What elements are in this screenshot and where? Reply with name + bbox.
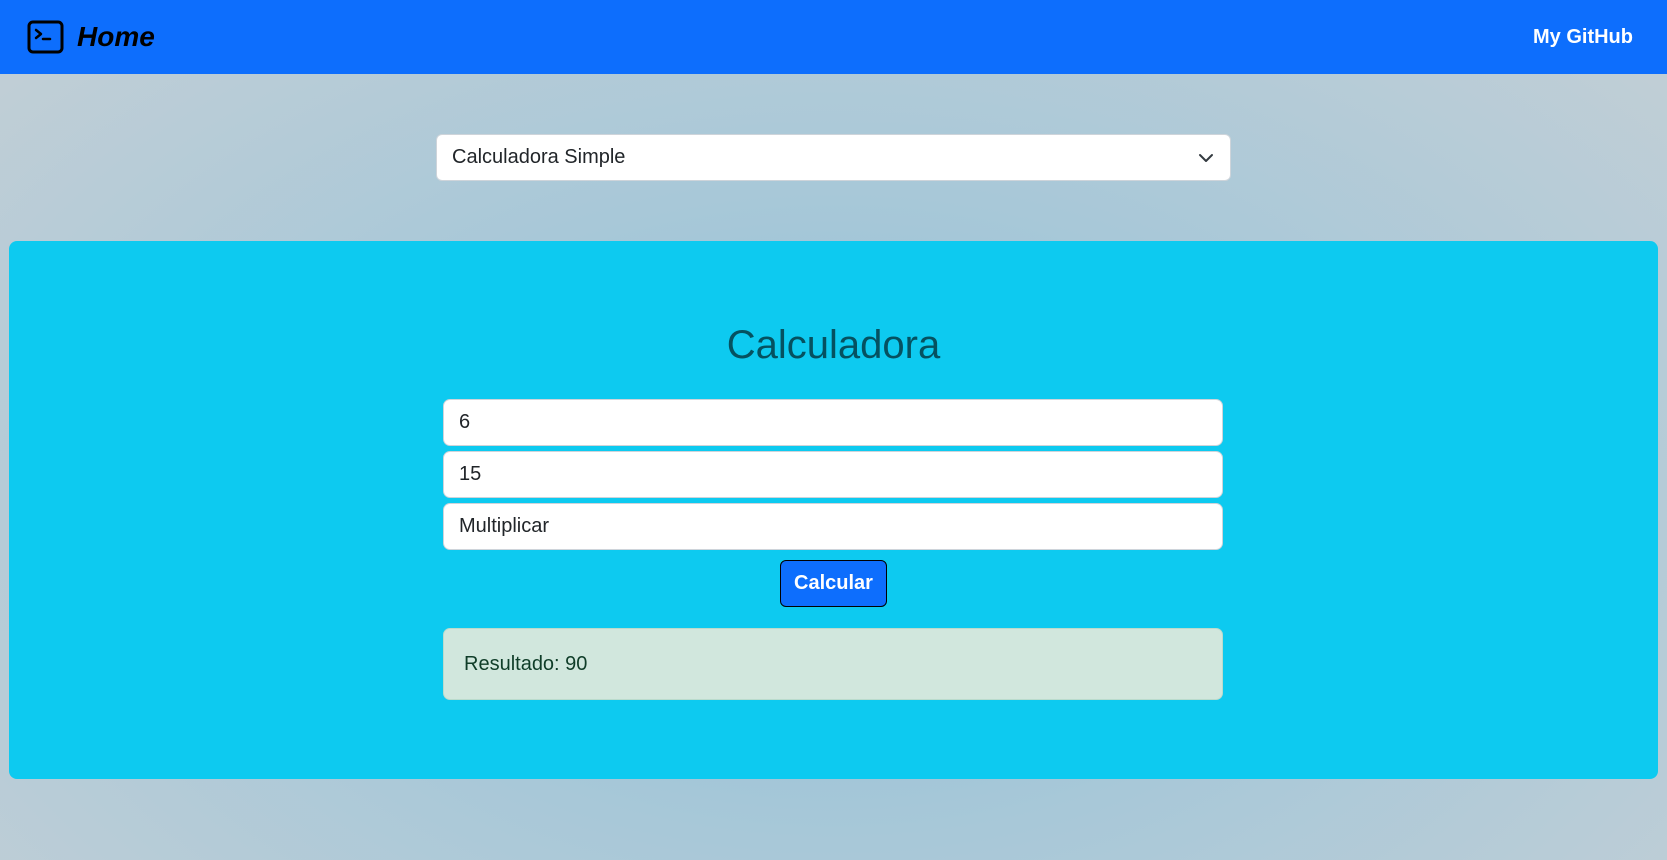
second-number-input[interactable] xyxy=(443,451,1223,498)
brand-home-link[interactable]: Home xyxy=(27,20,155,54)
github-link[interactable]: My GitHub xyxy=(1533,26,1633,49)
chevron-down-icon xyxy=(1198,150,1214,166)
terminal-icon xyxy=(27,20,64,54)
operation-input[interactable] xyxy=(443,503,1223,550)
calculator-type-select[interactable]: Calculadora Simple xyxy=(436,134,1231,181)
calculator-type-selector[interactable]: Calculadora Simple xyxy=(436,134,1231,181)
calculate-button[interactable]: Calcular xyxy=(780,560,887,607)
result-alert: Resultado: 90 xyxy=(443,628,1223,700)
navbar: Home My GitHub xyxy=(0,0,1667,74)
result-text: Resultado: 90 xyxy=(464,652,588,675)
selected-calculator-type: Calculadora Simple xyxy=(452,146,626,168)
brand-label: Home xyxy=(77,21,155,52)
calculator-title: Calculadora xyxy=(726,323,941,367)
calculator-card: Calculadora Calcular Resultado: 90 xyxy=(9,241,1658,779)
first-number-input[interactable] xyxy=(443,399,1223,446)
